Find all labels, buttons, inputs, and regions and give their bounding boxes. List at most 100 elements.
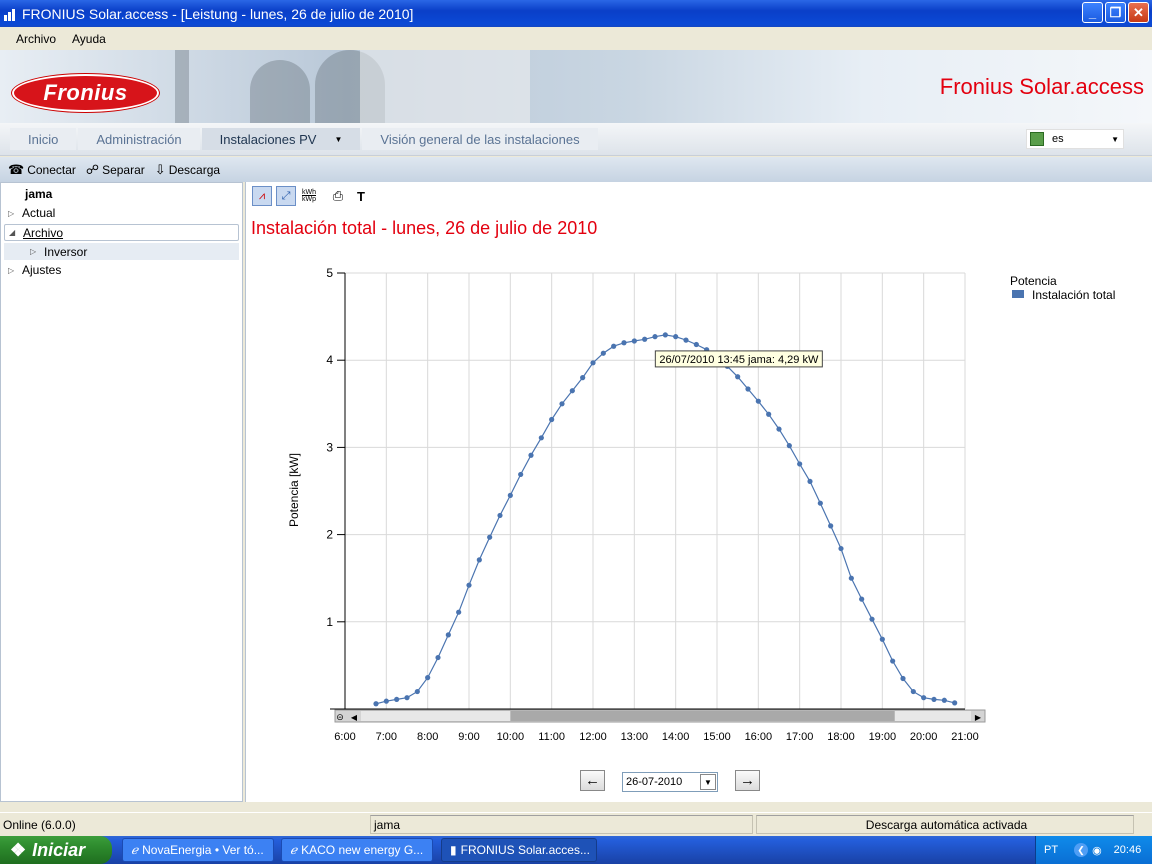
print-button[interactable]: ⎙ (328, 186, 348, 206)
nav-bar: Inicio Administración Instalaciones PV ▼ … (0, 123, 1152, 156)
data-point (766, 411, 772, 417)
tree-item-inversor[interactable]: ▷ Inversor (4, 243, 239, 260)
tree-root[interactable]: jama (25, 187, 52, 201)
data-point (673, 334, 679, 340)
menu-archivo[interactable]: Archivo (8, 32, 64, 46)
flag-icon (1030, 132, 1044, 146)
tab-vision-general[interactable]: Visión general de las instalaciones (362, 128, 598, 150)
expand-icon[interactable]: ▷ (30, 247, 44, 256)
task-fronius[interactable]: ▮ FRONIUS Solar.acces... (441, 838, 597, 862)
data-point (890, 658, 896, 664)
data-point (611, 343, 617, 349)
tooltip-text: 26/07/2010 13:45 jama: 4,29 kW (659, 354, 819, 366)
language-select[interactable]: es ▼ (1026, 129, 1124, 149)
language-indicator[interactable]: PT (1044, 844, 1058, 856)
close-button[interactable]: ✕ (1128, 2, 1149, 23)
tab-instalaciones-pv[interactable]: Instalaciones PV ▼ (201, 128, 361, 150)
x-tick-label: 19:00 (869, 731, 897, 743)
data-point (952, 700, 958, 706)
legend-title: Potencia (1010, 274, 1057, 288)
series-points (373, 332, 958, 707)
ie-icon: ℯ (131, 843, 139, 857)
data-point (466, 582, 472, 588)
data-point (590, 360, 596, 366)
chart-scrollbar[interactable]: ⊝ ◀ ▶ (334, 709, 986, 723)
data-point (869, 616, 875, 622)
data-point (621, 340, 627, 346)
menu-ayuda[interactable]: Ayuda (64, 32, 114, 46)
expand-icon[interactable]: ▷ (8, 266, 22, 275)
data-point (518, 471, 524, 478)
text-tool-button[interactable]: T (351, 186, 371, 206)
data-point (497, 512, 503, 519)
data-point (373, 701, 379, 707)
chevron-down-icon[interactable]: ▼ (334, 135, 342, 144)
x-tick-label: 15:00 (703, 731, 731, 743)
expand-arrows-icon: ⤢ (281, 189, 291, 202)
task-novaenergia[interactable]: ℯ NovaEnergia • Ver tó... (122, 838, 274, 862)
arrow-left-icon: ← (585, 772, 600, 789)
power-chart[interactable]: ⊝ ◀ ▶ 6:00 7:00 8:00 9:00 10:00 11:00 12:00 13:00… (245, 260, 1145, 750)
disconnect-button[interactable]: ☍ Separar (86, 162, 145, 178)
disconnect-icon: ☍ (85, 161, 100, 177)
chevron-down-icon[interactable]: ▼ (1111, 135, 1119, 144)
restore-button[interactable]: ❐ (1105, 2, 1126, 23)
line-chart-icon: ⩘ (258, 189, 266, 202)
data-point (735, 374, 741, 380)
status-bar: Online (6.0.0) jama Descarga automática … (0, 812, 1152, 835)
data-point (921, 695, 927, 701)
chevron-down-icon[interactable]: ▼ (700, 774, 716, 790)
tree-item-actual[interactable]: ▷ Actual (8, 206, 55, 220)
start-button[interactable]: ❖ Iniciar (0, 836, 112, 864)
line-chart-tool-button[interactable]: ⩘ (252, 186, 272, 206)
data-point (745, 386, 751, 392)
y-tick-label: 2 (326, 528, 333, 542)
clock: 20:46 (1113, 844, 1142, 856)
tab-inicio[interactable]: Inicio (10, 128, 77, 150)
app-icon: ▮ (450, 843, 457, 857)
x-tick-label: 11:00 (538, 731, 565, 743)
tray-expand-icon[interactable]: ❮ (1074, 843, 1089, 857)
tab-administracion[interactable]: Administración (78, 128, 200, 150)
previous-day-button[interactable]: ← (580, 770, 605, 791)
minimize-button[interactable]: _ (1082, 2, 1103, 23)
collapse-icon[interactable]: ◢ (9, 228, 23, 237)
tree-item-ajustes[interactable]: ▷ Ajustes (8, 263, 61, 277)
tree-item-archivo[interactable]: ◢ Archivo (4, 224, 239, 241)
data-point (538, 435, 544, 441)
fronius-logo: Fronius (12, 74, 159, 112)
y-tick-label: 5 (326, 266, 333, 280)
data-point (838, 545, 844, 552)
window-title: FRONIUS Solar.access - [Leistung - lunes… (22, 5, 414, 22)
date-picker[interactable]: 26-07-2010 ▼ (622, 772, 718, 792)
data-point (631, 338, 637, 344)
data-point (425, 675, 431, 681)
data-point (383, 698, 389, 704)
data-point (941, 697, 947, 703)
data-point (445, 632, 451, 638)
app-title: Fronius Solar.access (939, 74, 1144, 99)
data-point (569, 388, 575, 394)
data-point (435, 654, 441, 661)
data-point (559, 401, 565, 407)
data-point (600, 350, 606, 356)
download-button[interactable]: ⇩ Descarga (155, 162, 220, 178)
date-value[interactable]: 26-07-2010 (626, 776, 700, 788)
connect-button[interactable]: ☎ Conectar (8, 162, 76, 178)
next-day-button[interactable]: → (735, 770, 760, 791)
phone-icon: ☎ (8, 161, 25, 177)
ie-icon: ℯ (290, 843, 298, 857)
data-point (507, 492, 513, 498)
data-point (528, 452, 534, 458)
y-tick-label: 1 (326, 615, 333, 629)
windows-logo-icon: ❖ (10, 839, 27, 860)
download-icon: ⇩ (154, 161, 166, 177)
kwh-kwp-button[interactable]: kWh kWp (299, 186, 319, 206)
status-plant: jama (370, 815, 753, 834)
data-point (755, 398, 761, 404)
zoom-tool-button[interactable]: ⤢ (276, 186, 296, 206)
task-kaco[interactable]: ℯ KACO new energy G... (281, 838, 433, 862)
chart-heading: Instalación total - lunes, 26 de julio d… (251, 218, 598, 238)
volume-icon[interactable]: ◉ (1092, 844, 1102, 857)
expand-icon[interactable]: ▷ (8, 209, 22, 218)
